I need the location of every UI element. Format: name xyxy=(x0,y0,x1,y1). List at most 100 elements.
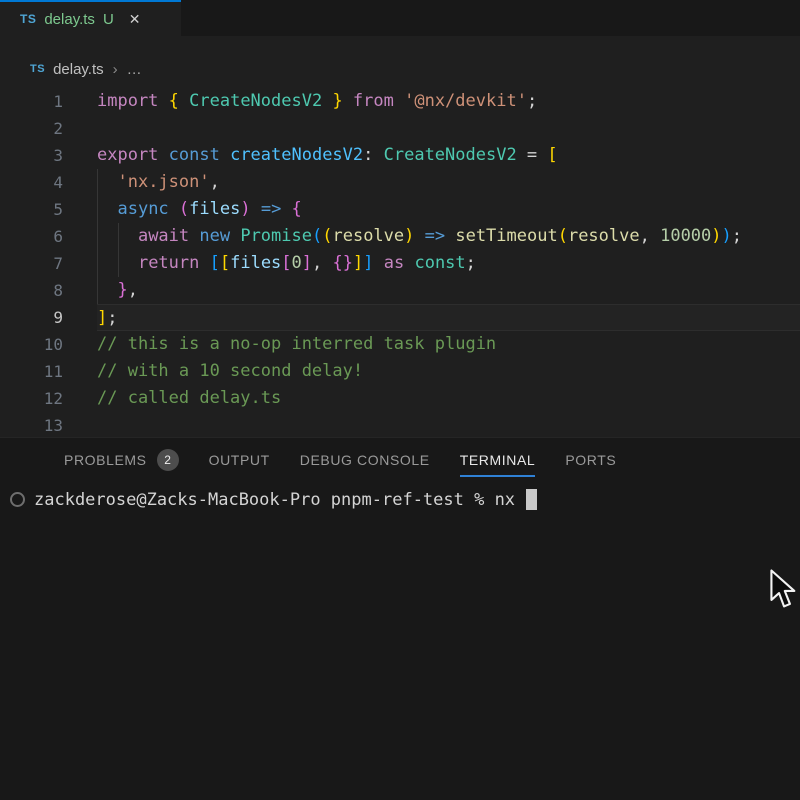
command-decoration-icon xyxy=(10,492,25,507)
panel-tab-problems[interactable]: PROBLEMS 2 xyxy=(64,438,179,482)
token-pn: , xyxy=(210,172,220,192)
token-b1: ] xyxy=(97,308,107,328)
token-fn: resolve xyxy=(332,226,404,246)
breadcrumb-symbol-ellipsis[interactable]: … xyxy=(127,61,143,78)
token-b2: {} xyxy=(333,253,353,273)
code-line-8[interactable]: 8 }, xyxy=(0,277,800,304)
line-number: 4 xyxy=(0,169,63,196)
token-fn: resolve xyxy=(568,226,640,246)
code-line-9[interactable]: 9]; xyxy=(0,304,800,331)
panel-tab-bar: PROBLEMS 2 OUTPUT DEBUG CONSOLE TERMINAL PORT… xyxy=(0,438,800,482)
code-line-4[interactable]: 4 'nx.json', xyxy=(0,169,800,196)
line-number: 5 xyxy=(0,196,63,223)
panel-tab-label: PROBLEMS xyxy=(64,452,147,468)
token-kw: as xyxy=(374,253,415,273)
tab-bar: TS delay.ts U ✕ xyxy=(0,0,800,36)
code-line-1[interactable]: 1import { CreateNodesV2 } from '@nx/devk… xyxy=(0,88,800,115)
token-b3: ] xyxy=(363,253,373,273)
panel-tab-label: DEBUG CONSOLE xyxy=(300,452,430,468)
token-num: 10000 xyxy=(660,226,711,246)
token-b1: ) xyxy=(404,226,414,246)
terminal-cursor xyxy=(526,489,537,510)
token-st: async xyxy=(117,199,178,219)
token-pvar: files xyxy=(230,253,281,273)
code-text xyxy=(97,115,800,142)
token-b2: [ xyxy=(281,253,291,273)
panel-tab-label: OUTPUT xyxy=(209,452,270,468)
token-str: 'nx.json' xyxy=(117,172,209,192)
token-st: => xyxy=(414,226,455,246)
code-line-6[interactable]: 6 await new Promise((resolve) => setTime… xyxy=(0,223,800,250)
indent-guide xyxy=(118,223,119,250)
token-kw: return xyxy=(138,253,210,273)
panel-tab-ports[interactable]: PORTS xyxy=(565,438,616,482)
code-line-7[interactable]: 7 return [[files[0], {}]] as const; xyxy=(0,250,800,277)
token-ty: Promise xyxy=(240,226,312,246)
token-pn: : xyxy=(363,145,383,165)
token-cm: // this is a no-op interred task plugin xyxy=(97,334,496,354)
line-number: 1 xyxy=(0,88,63,115)
token-b2: { xyxy=(292,199,302,219)
code-line-3[interactable]: 3export const createNodesV2: CreateNodes… xyxy=(0,142,800,169)
indent-guide xyxy=(97,250,98,277)
code-line-12[interactable]: 12// called delay.ts xyxy=(0,385,800,412)
vscode-window: { "colors": { "accent_blue": "#0078d4", … xyxy=(0,0,800,800)
code-line-10[interactable]: 10 // this is a no-op interred task plugi… xyxy=(0,331,800,358)
code-text: // with a 10 second delay! xyxy=(97,358,800,385)
panel-tab-output[interactable]: OUTPUT xyxy=(209,438,270,482)
tab-filename: delay.ts xyxy=(44,11,95,28)
token-b2: } xyxy=(117,280,127,300)
chevron-right-icon: › xyxy=(113,61,118,78)
token-pn: ; xyxy=(107,308,117,328)
token-pn xyxy=(97,280,117,300)
indent-guide xyxy=(97,196,98,223)
token-pn: , xyxy=(640,226,660,246)
token-str: '@nx/devkit' xyxy=(404,91,527,111)
token-b1: { xyxy=(169,91,179,111)
line-number: 6 xyxy=(0,223,63,250)
token-b3: ( xyxy=(312,226,322,246)
terminal-prompt: zackderose@Zacks-MacBook-Pro pnpm-ref-te… xyxy=(34,490,515,510)
line-number: 7 xyxy=(0,250,63,277)
terminal-prompt-row[interactable]: zackderose@Zacks-MacBook-Pro pnpm-ref-te… xyxy=(0,489,800,510)
code-line-13[interactable]: 13 xyxy=(0,412,800,437)
code-text: return [[files[0], {}]] as const; xyxy=(97,250,800,277)
token-pn: , xyxy=(312,253,332,273)
code-text xyxy=(97,412,800,437)
token-b1: [ xyxy=(220,253,230,273)
token-num: 0 xyxy=(292,253,302,273)
token-pn xyxy=(97,172,117,192)
line-number: 8 xyxy=(0,277,63,304)
problems-count-badge: 2 xyxy=(157,449,179,471)
token-var: createNodesV2 xyxy=(230,145,363,165)
panel-tab-debug-console[interactable]: DEBUG CONSOLE xyxy=(300,438,430,482)
token-fn: setTimeout xyxy=(455,226,557,246)
token-pn: , xyxy=(128,280,138,300)
line-number: 12 xyxy=(0,385,63,412)
close-icon[interactable]: ✕ xyxy=(129,11,141,28)
code-line-2[interactable]: 2 xyxy=(0,115,800,142)
typescript-icon: TS xyxy=(30,63,45,75)
code-line-5[interactable]: 5 async (files) => { xyxy=(0,196,800,223)
tab-delay-ts[interactable]: TS delay.ts U ✕ xyxy=(0,0,181,36)
panel-tab-terminal[interactable]: TERMINAL xyxy=(460,438,536,482)
token-kw: await xyxy=(138,226,199,246)
code-line-11[interactable]: 11 // with a 10 second delay! xyxy=(0,358,800,385)
token-ty: CreateNodesV2 xyxy=(384,145,517,165)
line-number: 10 xyxy=(0,331,63,358)
indent-guide xyxy=(97,169,98,196)
indent-guide xyxy=(118,250,119,277)
panel-tab-label: PORTS xyxy=(565,452,616,468)
token-st: new xyxy=(199,226,240,246)
git-status-badge: U xyxy=(103,11,114,28)
token-pvar: files xyxy=(189,199,240,219)
breadcrumb-file[interactable]: delay.ts xyxy=(53,61,104,78)
code-area[interactable]: 1import { CreateNodesV2 } from '@nx/devk… xyxy=(0,88,800,437)
token-b1: ) xyxy=(711,226,721,246)
token-st: const xyxy=(169,145,230,165)
token-b2: ( xyxy=(179,199,189,219)
token-ty: CreateNodesV2 xyxy=(179,91,333,111)
code-text: await new Promise((resolve) => setTimeou… xyxy=(97,223,800,250)
indent-guide xyxy=(97,277,98,304)
line-number: 11 xyxy=(0,358,63,385)
